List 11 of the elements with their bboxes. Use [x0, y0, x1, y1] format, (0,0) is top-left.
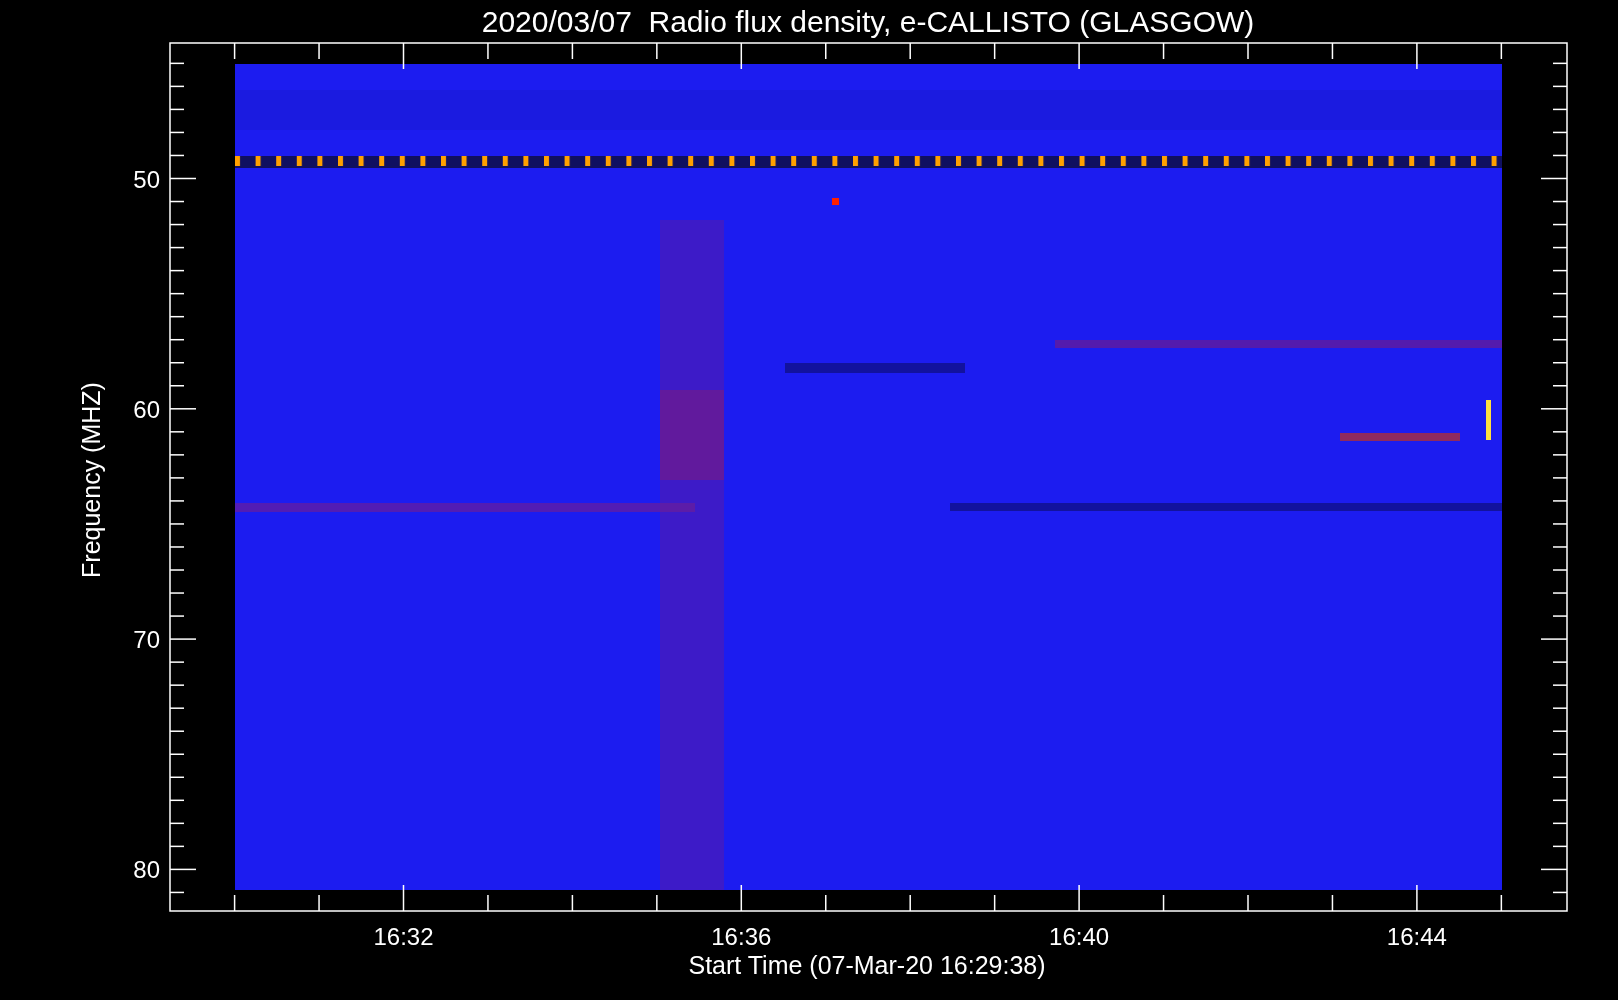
axis-tick-label: 80	[133, 856, 160, 884]
chart-title: 2020/03/07 Radio flux density, e-CALLISTO (GLASGOW)	[481, 5, 1255, 38]
axis-tick-label: 16:40	[1049, 923, 1110, 950]
axis-title: Frequency (MHZ)	[77, 382, 105, 578]
axis-title: Start Time (07-Mar-20 16:29:38)	[688, 951, 1046, 979]
axis-tick-label: 70	[133, 626, 160, 654]
axis-tick-label: 16:32	[373, 923, 434, 950]
axis-tick-label: 16:44	[1386, 923, 1447, 950]
axis-tick-label: 16:36	[711, 923, 772, 950]
axis-tick-label: 60	[133, 395, 160, 423]
axis-tick-label: 50	[133, 165, 160, 193]
